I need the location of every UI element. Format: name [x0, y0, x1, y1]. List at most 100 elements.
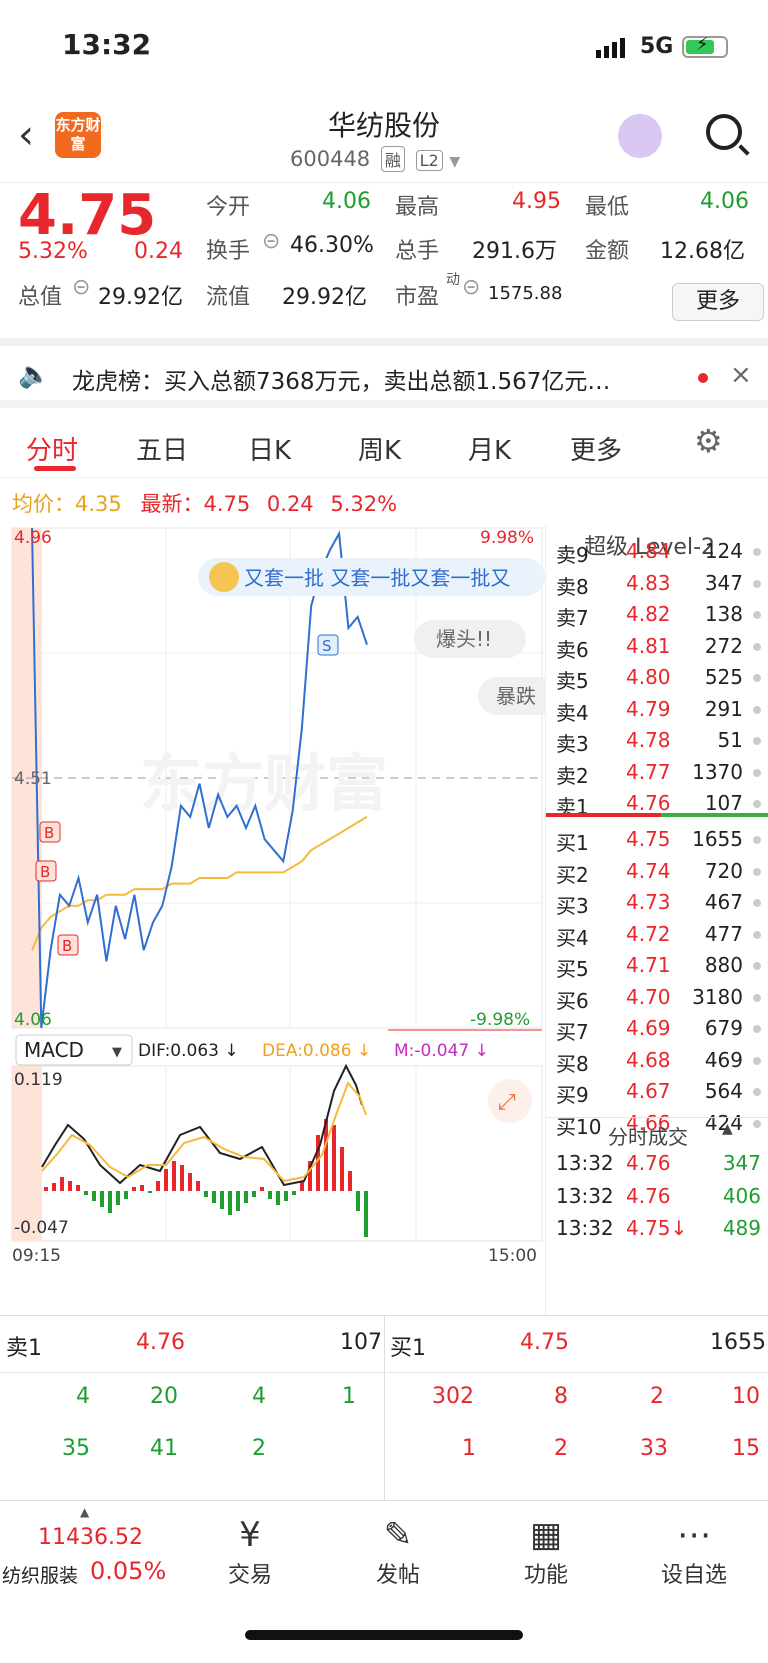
- amount-value: 12.68亿: [660, 239, 745, 264]
- news-text[interactable]: 龙虎榜：买入总额7368万元，卖出总额1.567亿元…: [72, 362, 610, 396]
- tab-daily[interactable]: 日K: [248, 430, 291, 467]
- macd-bar: [188, 1173, 192, 1191]
- intraday-chart[interactable]: 东方财富 4.96 4.51 4.06 9.98% -9.98% B B B S…: [0, 525, 545, 1315]
- macd-bar: [68, 1181, 72, 1191]
- close-icon[interactable]: ×: [730, 360, 752, 390]
- watchlist-tab[interactable]: ⋯ 设自选: [634, 1515, 754, 1589]
- level-price: 4.73: [626, 890, 671, 914]
- active-tab-indicator: [34, 466, 76, 471]
- trade-tab[interactable]: ¥ 交易: [190, 1515, 310, 1589]
- level-price: 4.79: [626, 696, 671, 721]
- status-dot: [753, 642, 761, 651]
- header: ‹ 东方财富 华纺股份 600448 融 L2 ▼: [0, 100, 768, 182]
- buy-level-row[interactable]: 买3 4.73 467: [546, 890, 768, 922]
- sell-level-row[interactable]: 卖9 4.84 124: [546, 539, 768, 571]
- buy-level-row[interactable]: 买4 4.72 477: [546, 922, 768, 954]
- news-bar[interactable]: 🔈 龙虎榜：买入总额7368万元，卖出总额1.567亿元… ×: [0, 338, 768, 408]
- sell-level-row[interactable]: 卖2 4.77 1370: [546, 760, 768, 792]
- sell-level-row[interactable]: 卖6 4.81 272: [546, 634, 768, 666]
- macd-bar: [204, 1191, 208, 1197]
- queue-cell: 15: [732, 1436, 760, 1461]
- y-min-label: 4.06: [14, 1010, 52, 1030]
- sell-level-row[interactable]: 卖7 4.82 138: [546, 602, 768, 634]
- watermark: 东方财富: [140, 747, 388, 820]
- comment-text: 暴跌: [496, 684, 536, 708]
- chevron-up-icon[interactable]: ▲: [722, 1121, 733, 1137]
- function-label: 功能: [523, 1563, 568, 1588]
- m-label: M:-0.047 ↓: [394, 1041, 489, 1061]
- status-dot: [753, 836, 761, 844]
- more-button[interactable]: 更多: [672, 283, 764, 321]
- level-label: 卖2: [556, 763, 589, 788]
- info-icon[interactable]: ⊝: [262, 229, 280, 254]
- level-label: 卖4: [556, 700, 589, 725]
- tab-more[interactable]: 更多: [570, 430, 622, 467]
- chevron-up-icon[interactable]: ▲: [80, 1505, 89, 1519]
- new-label: 最新：: [140, 492, 204, 516]
- tick-volume: 347: [722, 1151, 761, 1175]
- trade-icon: ¥: [239, 1515, 261, 1555]
- queue-buy-label: 买1: [390, 1336, 426, 1361]
- buy-level-row[interactable]: 买9 4.67 564: [546, 1079, 768, 1111]
- macd-histogram: [44, 1119, 368, 1237]
- macd-bar: [332, 1125, 336, 1191]
- ticks-title[interactable]: 分时成交: [608, 1121, 688, 1150]
- tab-intraday[interactable]: 分时: [26, 430, 78, 467]
- sell-level-row[interactable]: 卖1 4.76 107: [546, 791, 768, 823]
- sell-level-row[interactable]: 卖4 4.79 291: [546, 697, 768, 729]
- search-icon[interactable]: [706, 114, 742, 150]
- buy-level-row[interactable]: 买1 4.75 1655: [546, 827, 768, 859]
- macd-bar: [60, 1177, 64, 1191]
- level-label: 买7: [556, 1020, 589, 1044]
- tab-monthly[interactable]: 月K: [468, 430, 511, 467]
- function-tab[interactable]: ▦ 功能: [486, 1515, 606, 1589]
- macd-bar: [172, 1161, 176, 1191]
- sell-level-row[interactable]: 卖3 4.78 51: [546, 728, 768, 760]
- buy-level-row[interactable]: 买6 4.70 3180: [546, 985, 768, 1017]
- assistant-avatar[interactable]: [618, 114, 662, 158]
- price-change: 0.24: [134, 239, 183, 264]
- macd-frame: [11, 1065, 543, 1242]
- index-value[interactable]: 11436.52: [38, 1525, 143, 1550]
- buy-level-row[interactable]: 买5 4.71 880: [546, 953, 768, 985]
- index-name[interactable]: 纺织服装: [2, 1561, 78, 1588]
- level-volume: 138: [704, 602, 743, 626]
- gear-icon[interactable]: ⚙: [694, 422, 723, 460]
- low-value: 4.06: [700, 189, 749, 214]
- level-label: 买9: [556, 1083, 589, 1107]
- status-dot: [753, 800, 761, 808]
- macd-bar: [252, 1191, 256, 1197]
- level-volume: 467: [704, 890, 743, 914]
- post-tab[interactable]: ✎ 发帖: [338, 1515, 458, 1589]
- index-pct[interactable]: 0.05%: [90, 1557, 166, 1585]
- queue-sell-price: 4.76: [136, 1330, 185, 1355]
- level-label: 卖8: [556, 574, 589, 599]
- level-label: 卖6: [556, 637, 589, 662]
- sell-level-row[interactable]: 卖8 4.83 347: [546, 571, 768, 603]
- status-dot: [753, 867, 761, 876]
- level-volume: 3180: [692, 984, 743, 1009]
- tab-weekly[interactable]: 周K: [358, 430, 401, 467]
- buy-level-row[interactable]: 买7 4.69 679: [546, 1016, 768, 1048]
- turnover-label: 换手: [206, 239, 251, 264]
- comment-text: 又套一批 又套一批又套一批又: [244, 566, 510, 590]
- chart-info: 均价：4.35 最新：4.75 0.24 5.32%: [12, 488, 397, 518]
- high-value: 4.95: [512, 189, 561, 214]
- chevron-down-icon: ▼: [112, 1045, 122, 1060]
- stock-code-row[interactable]: 600448 融 L2 ▼: [290, 146, 460, 172]
- buy-level-row[interactable]: 买2 4.74 720: [546, 859, 768, 891]
- macd-bar: [76, 1185, 80, 1191]
- level-price: 4.77: [626, 759, 671, 784]
- level-price: 4.72: [626, 921, 671, 946]
- volume-label: 总手: [395, 239, 440, 264]
- tab-5day[interactable]: 五日: [136, 430, 188, 467]
- macd-bar: [100, 1191, 104, 1207]
- macd-bar: [164, 1169, 168, 1191]
- info-icon[interactable]: ⊝: [72, 275, 90, 300]
- status-bar: 13:32 5G ⚡: [0, 0, 768, 100]
- info-icon[interactable]: ⊝: [462, 275, 480, 300]
- sell-level-row[interactable]: 卖5 4.80 525: [546, 665, 768, 697]
- buy-level-row[interactable]: 买8 4.68 469: [546, 1048, 768, 1080]
- chevron-down-icon: ▼: [449, 154, 461, 170]
- post-label: 发帖: [375, 1563, 420, 1588]
